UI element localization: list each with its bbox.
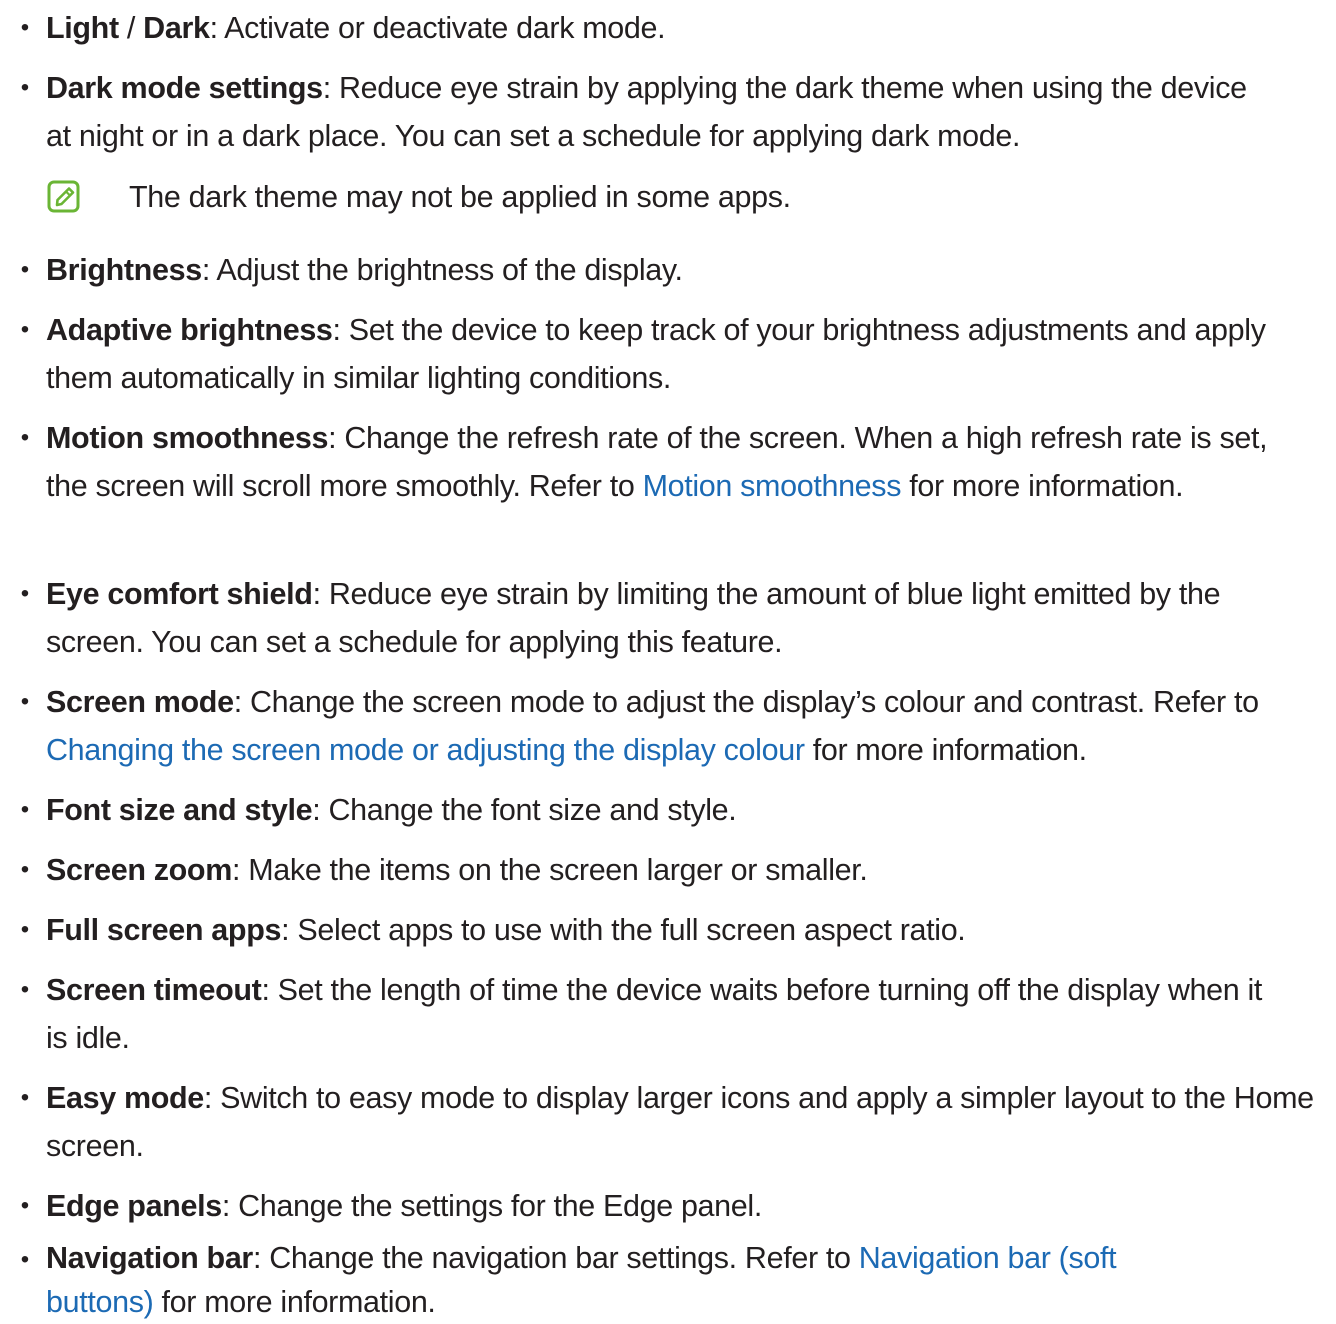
item-text: Screen timeout: Set the length of time t… xyxy=(46,966,1282,1062)
item-text: Dark mode settings: Reduce eye strain by… xyxy=(46,64,1262,160)
item-text: Motion smoothness: Change the refresh ra… xyxy=(46,414,1276,510)
item-term: Adaptive brightness xyxy=(46,313,333,347)
item-term: Motion smoothness xyxy=(46,421,329,455)
bullet: • xyxy=(20,424,30,451)
screen-mode-link[interactable]: Changing the screen mode or adjusting th… xyxy=(46,733,805,767)
item-term: Dark mode settings xyxy=(46,71,323,105)
item-separator: / xyxy=(118,11,144,45)
note-pencil-icon xyxy=(47,180,80,213)
item-description: : Adjust the brightness of the display. xyxy=(201,253,683,287)
item-text: Screen zoom: Make the items on the scree… xyxy=(46,846,1332,894)
item-text: Brightness: Adjust the brightness of the… xyxy=(46,246,1332,294)
bullet: • xyxy=(20,1246,30,1273)
motion-smoothness-link[interactable]: Motion smoothness xyxy=(643,469,902,503)
item-description-end: for more information. xyxy=(901,469,1184,503)
item-term: Screen mode xyxy=(46,685,234,719)
bullet: • xyxy=(20,976,30,1003)
item-text: Font size and style: Change the font siz… xyxy=(46,786,1332,834)
item-text: Full screen apps: Select apps to use wit… xyxy=(46,906,1332,954)
item-description: : Change the font size and style. xyxy=(312,793,737,827)
bullet: • xyxy=(20,316,30,343)
bullet: • xyxy=(20,256,30,283)
item-term: Font size and style xyxy=(46,793,313,827)
item-description-end: for more information. xyxy=(153,1285,436,1319)
item-text: Edge panels: Change the settings for the… xyxy=(46,1182,1332,1230)
bullet: • xyxy=(20,1192,30,1219)
item-description: : Change the navigation bar settings. Re… xyxy=(252,1241,859,1275)
item-term: Navigation bar xyxy=(46,1241,253,1275)
item-text: Screen mode: Change the screen mode to a… xyxy=(46,678,1332,774)
bullet: • xyxy=(20,580,30,607)
item-term: Full screen apps xyxy=(46,913,282,947)
item-description: : Change the screen mode to adjust the d… xyxy=(233,685,1259,719)
bullet: • xyxy=(20,74,30,101)
item-term: Screen timeout xyxy=(46,973,262,1007)
item-text: Easy mode: Switch to easy mode to displa… xyxy=(46,1074,1332,1170)
item-term: Eye comfort shield xyxy=(46,577,313,611)
item-description: : Change the settings for the Edge panel… xyxy=(221,1189,762,1223)
document-page: • Light / Dark: Activate or deactivate d… xyxy=(0,0,1336,1322)
note-text: The dark theme may not be applied in som… xyxy=(129,180,791,214)
item-term: Brightness xyxy=(46,253,202,287)
item-description: : Switch to easy mode to display larger … xyxy=(46,1081,1314,1163)
item-text: Navigation bar: Change the navigation ba… xyxy=(46,1236,1226,1324)
item-term: Light xyxy=(46,11,119,45)
item-term-2: Dark xyxy=(143,11,210,45)
item-description-end: for more information. xyxy=(804,733,1087,767)
item-description: : Select apps to use with the full scree… xyxy=(281,913,966,947)
item-term: Screen zoom xyxy=(46,853,232,887)
item-description: : Make the items on the screen larger or… xyxy=(232,853,868,887)
item-text: Adaptive brightness: Set the device to k… xyxy=(46,306,1296,402)
item-term: Edge panels xyxy=(46,1189,222,1223)
bullet: • xyxy=(20,688,30,715)
item-text: Light / Dark: Activate or deactivate dar… xyxy=(46,4,1332,52)
bullet: • xyxy=(20,916,30,943)
item-term: Easy mode xyxy=(46,1081,204,1115)
bullet: • xyxy=(20,14,30,41)
bullet: • xyxy=(20,856,30,883)
bullet: • xyxy=(20,796,30,823)
item-text: Eye comfort shield: Reduce eye strain by… xyxy=(46,570,1286,666)
item-description: : Activate or deactivate dark mode. xyxy=(209,11,666,45)
bullet: • xyxy=(20,1084,30,1111)
